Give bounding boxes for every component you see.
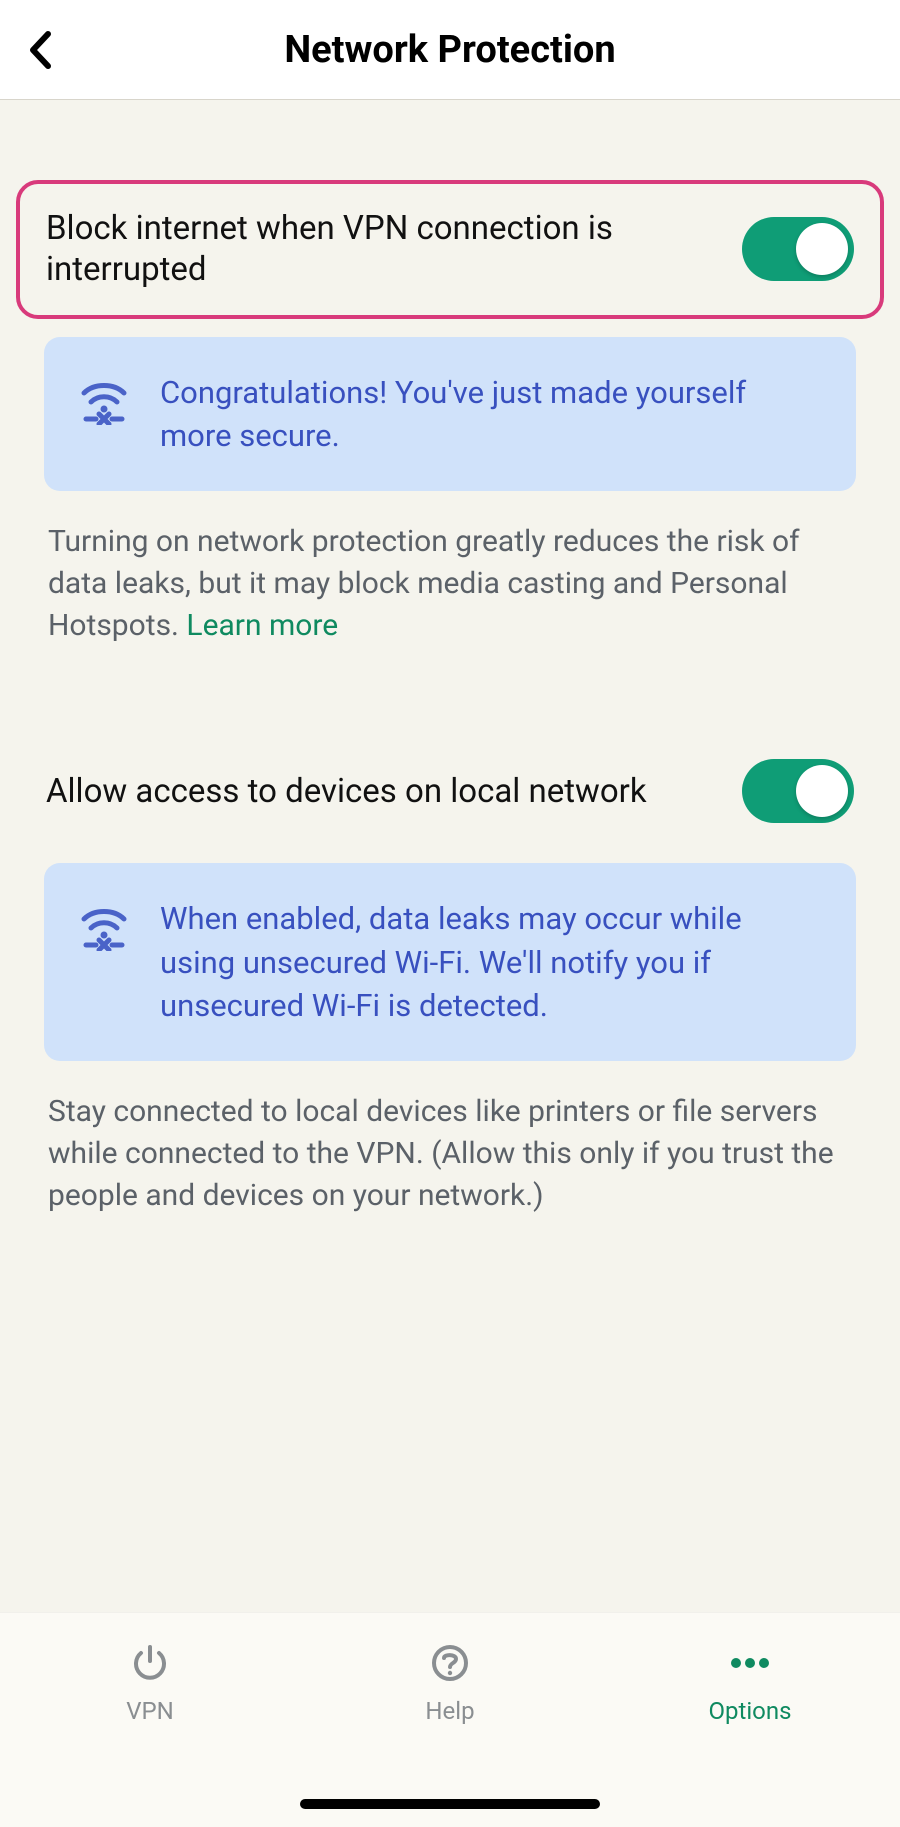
- tab-bar: VPN Help Options: [0, 1612, 900, 1827]
- wifi-block-icon: [78, 903, 130, 955]
- block-internet-info: Congratulations! You've just made yourse…: [44, 337, 856, 492]
- home-indicator[interactable]: [300, 1799, 600, 1809]
- local-network-label: Allow access to devices on local network: [46, 771, 718, 812]
- content-area: Block internet when VPN connection is in…: [0, 100, 900, 1217]
- local-network-desc: Stay connected to local devices like pri…: [48, 1091, 852, 1217]
- tab-help[interactable]: Help: [350, 1641, 550, 1725]
- local-network-row[interactable]: Allow access to devices on local network: [20, 737, 880, 845]
- block-internet-desc: Turning on network protection greatly re…: [48, 521, 852, 647]
- tab-options[interactable]: Options: [650, 1641, 850, 1725]
- back-button[interactable]: [18, 28, 62, 72]
- toggle-knob: [796, 223, 848, 275]
- wifi-block-icon: [78, 377, 130, 429]
- block-internet-label: Block internet when VPN connection is in…: [46, 208, 718, 291]
- learn-more-link[interactable]: Learn more: [186, 608, 338, 643]
- local-network-info: When enabled, data leaks may occur while…: [44, 863, 856, 1061]
- power-icon: [130, 1641, 170, 1685]
- more-icon: [726, 1641, 774, 1685]
- block-internet-desc-text: Turning on network protection greatly re…: [48, 524, 800, 643]
- tab-vpn[interactable]: VPN: [50, 1641, 250, 1725]
- block-internet-info-text: Congratulations! You've just made yourse…: [160, 371, 822, 458]
- tab-help-label: Help: [425, 1697, 474, 1725]
- block-internet-toggle[interactable]: [742, 217, 854, 281]
- block-internet-row[interactable]: Block internet when VPN connection is in…: [16, 180, 884, 319]
- page-title: Network Protection: [284, 28, 615, 72]
- chevron-left-icon: [27, 30, 53, 70]
- local-network-info-text: When enabled, data leaks may occur while…: [160, 897, 822, 1027]
- tab-vpn-label: VPN: [126, 1697, 174, 1725]
- toggle-knob: [796, 765, 848, 817]
- tab-options-label: Options: [708, 1697, 791, 1725]
- header-bar: Network Protection: [0, 0, 900, 100]
- help-icon: [430, 1641, 470, 1685]
- local-network-toggle[interactable]: [742, 759, 854, 823]
